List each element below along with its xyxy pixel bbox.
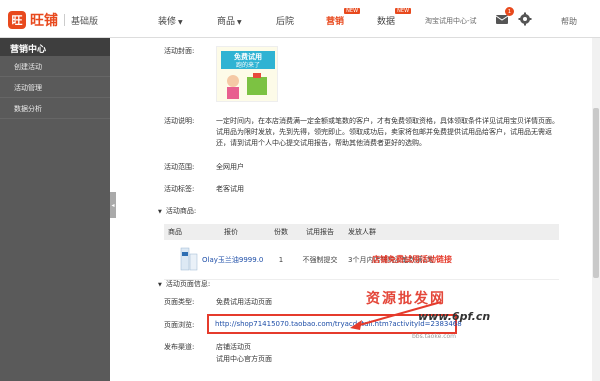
channel-label: 发布渠道: [164, 343, 195, 351]
cover-image: 免费试用 跑的来了 [216, 46, 278, 102]
settings-button[interactable] [518, 12, 532, 26]
page-type-label: 页面类型: [164, 298, 195, 306]
sidebar-item-data-analysis[interactable]: 数据分析 [0, 98, 110, 119]
nav-marketing-label: 营销 [326, 17, 345, 27]
top-bar: 旺 旺铺 基础版 装修 ▼ 商品 ▼ 后院 营销 NEW 数据 NEW 淘宝试用中心… [0, 0, 600, 38]
cover-illustration: 免费试用 跑的来了 [217, 47, 277, 101]
report-value: 不强制提交 [302, 255, 338, 264]
goods-section-toggle[interactable]: ▼ 活动商品: [158, 206, 196, 216]
sidebar-title: 营销中心 [0, 38, 110, 56]
chevron-down-icon: ▼ [178, 19, 183, 26]
activity-detail: 活动封面: 免费试用 跑的来了 活动说明: 一定时间内，在本店消费满一定金额或笔… [116, 38, 592, 381]
nav-goods[interactable]: 商品 ▼ [217, 14, 242, 27]
version-label: 基础版 [71, 16, 99, 27]
channel-value-2: 试用中心官方页面 [216, 355, 272, 363]
col-header-price: 报价 [224, 228, 238, 236]
table-row: Olay玉兰油9999.0 1 不强制提交 3个月内店铺购买笔数满1笔 [164, 240, 559, 280]
logo-mark: 旺 [8, 11, 26, 29]
logo-divider [64, 14, 65, 26]
help-link[interactable]: 帮助 [561, 16, 577, 27]
description-label: 活动说明: [164, 117, 195, 125]
message-button[interactable]: 1 [495, 7, 514, 26]
nav-backyard[interactable]: 后院 [276, 14, 294, 27]
chevron-down-icon: ▼ [237, 19, 242, 26]
nav-decoration[interactable]: 装修 ▼ [158, 14, 183, 27]
sidebar: 营销中心 创建活动 活动管理 数据分析 [0, 38, 110, 381]
page-section-toggle[interactable]: ▼ 活动页面信息: [158, 279, 210, 289]
message-count-badge: 1 [505, 7, 514, 16]
watermark-text: 资源批发网 [366, 291, 446, 307]
table-header: 商品 报价 份数 试用报告 发放人群 [164, 224, 559, 240]
watermark-subtext: bbs.taoke.com [412, 333, 457, 340]
cover-label: 活动封面: [164, 47, 195, 55]
copies-value: 1 [278, 255, 284, 264]
sidebar-item-activity-management[interactable]: 活动管理 [0, 77, 110, 98]
tag-label: 活动标签: [164, 185, 195, 193]
scrollbar[interactable] [592, 38, 600, 381]
caret-down-icon: ▼ [158, 282, 162, 288]
nav-marketing[interactable]: 营销 NEW [326, 8, 361, 27]
cover-text-1: 免费试用 [234, 52, 262, 61]
channel-value-1: 店铺活动页 [216, 343, 251, 351]
logo-name: 旺铺 [30, 13, 58, 29]
goods-section-title: 活动商品: [165, 207, 197, 215]
product-thumbnail[interactable] [164, 246, 198, 274]
watermark-url: www.6pf.cn [418, 310, 491, 323]
new-badge: NEW [344, 8, 361, 14]
tag-value: 老客试用 [216, 185, 244, 193]
col-header-copies: 份数 [274, 228, 288, 236]
description-text: 一定时间内，在本店消费满一定金额或笔数的客户，才有免费领取资格，具体领取条件详见… [216, 117, 559, 147]
sidebar-item-create-activity[interactable]: 创建活动 [0, 56, 110, 77]
annotation-text: 店铺免费试用活动链接 [372, 255, 452, 264]
scope-label: 活动范围: [164, 163, 195, 171]
page-section-title: 活动页面信息: [165, 280, 211, 288]
col-header-report: 试用报告 [306, 228, 334, 236]
page-view-label: 页面浏览: [164, 321, 195, 329]
nav-decoration-label: 装修 [158, 17, 177, 27]
logo[interactable]: 旺 旺铺 基础版 [8, 10, 98, 30]
scope-value: 全网用户 [216, 163, 244, 171]
shop-name[interactable]: 淘宝试用中心-试 [425, 16, 477, 26]
new-badge: NEW [395, 8, 412, 14]
caret-down-icon: ▼ [158, 209, 162, 215]
chevron-left-icon: ◂ [111, 201, 115, 209]
page-type-value: 免费试用活动页面 [216, 298, 272, 306]
cover-text-2: 跑的来了 [236, 61, 260, 69]
col-header-product: 商品 [168, 228, 182, 236]
scrollbar-thumb[interactable] [593, 108, 599, 278]
nav-data[interactable]: 数据 NEW [377, 8, 412, 27]
goods-table: 商品 报价 份数 试用报告 发放人群 Olay玉兰油9999.0 1 不强制提交… [164, 224, 559, 280]
product-name-link[interactable]: Olay玉兰油9999.0 [196, 255, 266, 265]
nav-goods-label: 商品 [217, 17, 236, 27]
nav-backyard-label: 后院 [276, 17, 295, 27]
nav-data-label: 数据 [377, 17, 396, 27]
gear-icon [518, 12, 532, 26]
col-header-audience: 发放人群 [348, 228, 376, 236]
